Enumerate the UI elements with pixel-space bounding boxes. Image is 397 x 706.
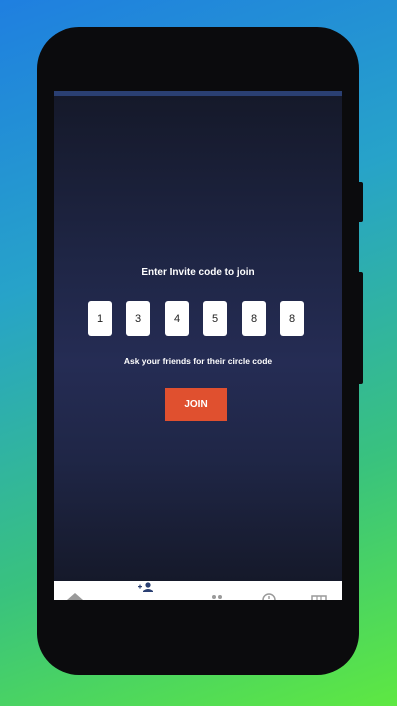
page-title: Enter Invite code to join bbox=[141, 267, 255, 278]
phone-volume-button bbox=[357, 272, 363, 384]
bottom-nav bbox=[54, 581, 342, 600]
hint-text: Ask your friends for their circle code bbox=[123, 356, 273, 366]
add-person-icon bbox=[138, 582, 153, 592]
phone-side-button bbox=[357, 182, 363, 222]
code-digit-field[interactable]: 5 bbox=[203, 301, 227, 336]
map-icon bbox=[311, 595, 327, 600]
code-digit-field[interactable]: 8 bbox=[280, 301, 304, 336]
code-digit-field[interactable]: 1 bbox=[88, 301, 112, 336]
code-digit-field[interactable]: 4 bbox=[165, 301, 189, 336]
nav-item-home[interactable] bbox=[64, 581, 86, 600]
app-screen: Enter Invite code to join 1 3 4 5 8 8 As… bbox=[54, 91, 342, 600]
nav-item-people[interactable] bbox=[206, 581, 228, 600]
home-icon bbox=[67, 593, 83, 600]
join-button[interactable]: JOIN bbox=[165, 388, 227, 421]
code-digit-field[interactable]: 3 bbox=[126, 301, 150, 336]
nav-item-location[interactable] bbox=[258, 581, 280, 600]
nav-item-add-member[interactable] bbox=[136, 581, 158, 600]
location-icon bbox=[262, 593, 276, 600]
people-icon bbox=[212, 595, 222, 599]
nav-item-map[interactable] bbox=[309, 581, 331, 600]
code-digit-field[interactable]: 8 bbox=[242, 301, 266, 336]
join-circle-panel: Enter Invite code to join 1 3 4 5 8 8 As… bbox=[54, 96, 342, 581]
